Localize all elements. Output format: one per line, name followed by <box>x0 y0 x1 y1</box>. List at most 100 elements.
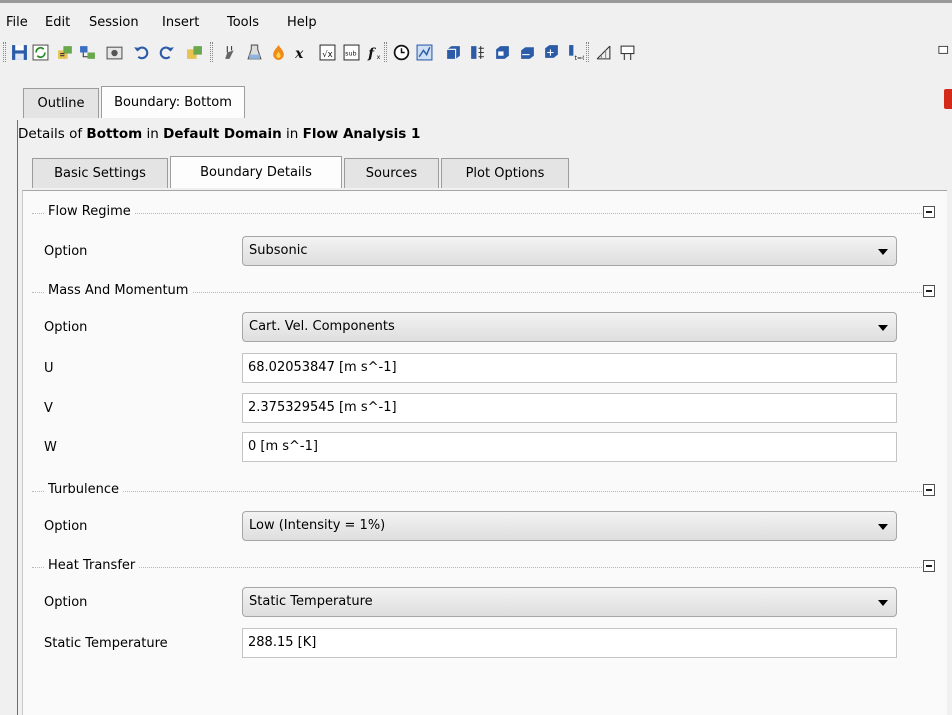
details-header: Details of Bottom in Default Domain in F… <box>18 126 421 142</box>
collapse-icon[interactable] <box>923 560 935 572</box>
section-rule <box>32 567 922 568</box>
refresh-icon[interactable] <box>29 41 51 63</box>
section-title: Turbulence <box>44 482 124 497</box>
menu-tools[interactable]: Tools <box>227 15 259 30</box>
interface-icon[interactable] <box>516 41 538 63</box>
user-function-icon[interactable]: √x <box>316 41 338 63</box>
u-velocity-input[interactable]: 68.02053847 [m s^-1] <box>242 353 897 383</box>
static-temperature-input[interactable]: 288.15 [K] <box>242 628 897 658</box>
details-analysis: Flow Analysis 1 <box>302 126 421 142</box>
menu-help[interactable]: Help <box>287 15 317 30</box>
static-temperature-row: Static Temperature 288.15 [K] <box>44 628 899 660</box>
source-point-icon[interactable] <box>491 41 513 63</box>
collapse-icon[interactable] <box>923 285 935 297</box>
solver-icon[interactable] <box>413 41 435 63</box>
redo-icon[interactable] <box>155 41 177 63</box>
input-value: 0 [m s^-1] <box>248 439 318 454</box>
tab-plot-options[interactable]: Plot Options <box>441 158 569 188</box>
expression-icon[interactable]: x <box>291 41 313 63</box>
dropdown-arrow-icon[interactable] <box>878 249 888 255</box>
panel-divider <box>17 120 18 715</box>
option-label: Option <box>44 320 88 335</box>
turbulence-option-row: Option Low (Intensity = 1%) <box>44 511 899 543</box>
select-value: Low (Intensity = 1%) <box>249 518 386 533</box>
dropdown-arrow-icon[interactable] <box>878 600 888 606</box>
svg-text:√x: √x <box>322 49 332 59</box>
more-toolbar-icon[interactable] <box>938 41 952 63</box>
transient-icon[interactable] <box>540 41 562 63</box>
w-label: W <box>44 440 57 455</box>
select-value: Cart. Vel. Components <box>249 319 395 334</box>
material-icon[interactable] <box>243 41 265 63</box>
section-title: Flow Regime <box>44 204 135 219</box>
svg-text:x: x <box>294 45 304 60</box>
user-routine-icon[interactable]: sub <box>340 41 362 63</box>
select-value: Static Temperature <box>249 594 373 609</box>
output-control-icon[interactable] <box>616 41 638 63</box>
heat-transfer-option-row: Option Static Temperature <box>44 587 899 619</box>
flow-regime-option-row: Option Subsonic <box>44 236 899 268</box>
snapshot-icon[interactable] <box>103 41 125 63</box>
tab-outline[interactable]: Outline <box>23 88 99 118</box>
section-rule <box>32 491 922 492</box>
u-label: U <box>44 361 54 376</box>
w-velocity-input[interactable]: 0 [m s^-1] <box>242 432 897 462</box>
import-icon[interactable] <box>183 41 205 63</box>
svg-text:t=0: t=0 <box>574 53 584 60</box>
menu-file[interactable]: File <box>6 15 28 30</box>
w-velocity-row: W 0 [m s^-1] <box>44 432 899 464</box>
toolbar-grip[interactable] <box>3 42 6 62</box>
function-icon[interactable]: fx <box>364 41 386 63</box>
section-title: Heat Transfer <box>44 558 140 573</box>
initialization-icon[interactable]: t=0 <box>564 41 586 63</box>
input-value: 68.02053847 [m s^-1] <box>248 360 397 375</box>
option-label: Option <box>44 519 88 534</box>
toolbar-separator-2 <box>384 42 387 62</box>
domain-icon[interactable] <box>219 41 241 63</box>
details-domain: Default Domain <box>163 126 282 142</box>
close-editor-icon[interactable] <box>944 89 952 109</box>
flow-regime-option-select[interactable]: Subsonic <box>242 236 897 266</box>
option-label: Option <box>44 595 88 610</box>
boundary-icon[interactable] <box>442 41 464 63</box>
static-temperature-label: Static Temperature <box>44 636 168 651</box>
tab-sources[interactable]: Sources <box>344 158 439 188</box>
section-rule <box>32 213 922 214</box>
v-label: V <box>44 401 53 416</box>
svg-text:sub: sub <box>345 49 356 57</box>
tab-boundary-bottom[interactable]: Boundary: Bottom <box>101 86 245 118</box>
heat-transfer-option-select[interactable]: Static Temperature <box>242 587 897 617</box>
tab-boundary-details[interactable]: Boundary Details <box>170 156 342 188</box>
v-velocity-input[interactable]: 2.375329545 [m s^-1] <box>242 393 897 423</box>
menu-insert[interactable]: Insert <box>162 15 199 30</box>
details-object: Bottom <box>86 126 143 142</box>
momentum-option-select[interactable]: Cart. Vel. Components <box>242 312 897 342</box>
toolbar-separator <box>210 42 213 62</box>
dropdown-arrow-icon[interactable] <box>878 524 888 530</box>
select-value: Subsonic <box>249 243 308 258</box>
clock-icon[interactable] <box>390 41 412 63</box>
menu-session[interactable]: Session <box>89 15 139 30</box>
menu-edit[interactable]: Edit <box>45 15 70 30</box>
svg-text:f: f <box>367 45 376 60</box>
subdomain-icon[interactable] <box>466 41 488 63</box>
mesh-icon[interactable] <box>76 41 98 63</box>
import-mesh-icon[interactable] <box>54 41 76 63</box>
input-value: 2.375329545 [m s^-1] <box>248 400 397 415</box>
dropdown-arrow-icon[interactable] <box>878 325 888 331</box>
save-icon[interactable] <box>8 41 30 63</box>
menu-bar: File Edit Session Insert Tools Help <box>0 0 952 36</box>
section-title: Mass And Momentum <box>44 283 193 298</box>
toolbar: x √x sub fx t=0 <box>0 36 952 82</box>
svg-text:x: x <box>376 52 380 60</box>
collapse-icon[interactable] <box>923 206 935 218</box>
mesh-adaption-icon[interactable] <box>592 41 614 63</box>
undo-icon[interactable] <box>130 41 152 63</box>
turbulence-option-select[interactable]: Low (Intensity = 1%) <box>242 511 897 541</box>
collapse-icon[interactable] <box>923 484 935 496</box>
input-value: 288.15 [K] <box>248 635 317 650</box>
option-label: Option <box>44 244 88 259</box>
u-velocity-row: U 68.02053847 [m s^-1] <box>44 353 899 385</box>
reaction-icon[interactable] <box>267 41 289 63</box>
tab-basic-settings[interactable]: Basic Settings <box>32 158 168 188</box>
